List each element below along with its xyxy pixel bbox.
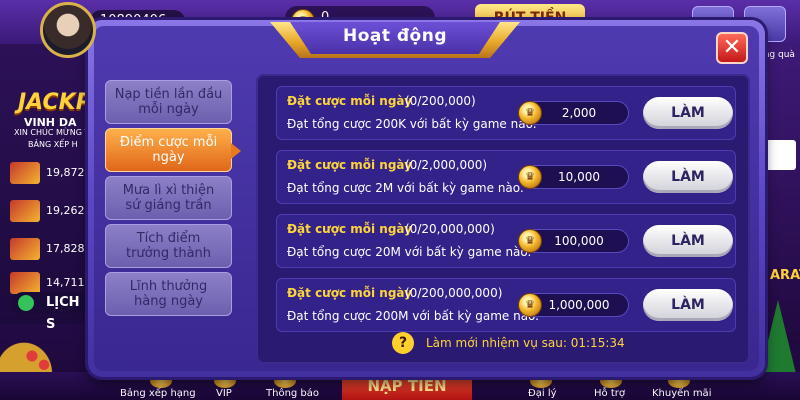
tab-lucky-money-rain[interactable]: Mưa lì xì thiện sứ giáng trần xyxy=(105,176,232,220)
jackpot-row[interactable]: 17,828,2 xyxy=(10,238,95,260)
do-task-button[interactable]: LÀM xyxy=(643,97,733,129)
do-task-button[interactable]: LÀM xyxy=(643,225,733,257)
do-task-button[interactable]: LÀM xyxy=(643,161,733,193)
task-description: Đạt tổng cược 200M với bất kỳ game nào. xyxy=(287,309,539,323)
tab-daily-bet-points[interactable]: Điểm cược mỗi ngày xyxy=(105,128,241,172)
jackpot-row[interactable]: 14,711,7 xyxy=(10,272,95,294)
task-list[interactable]: Đặt cược mỗi ngày (0/200,000) Đạt tổng c… xyxy=(256,74,750,364)
task-progress: (0/200,000) xyxy=(405,94,476,108)
task-name: Đặt cược mỗi ngày xyxy=(287,158,412,172)
tab-first-deposit[interactable]: Nạp tiền lần đầu mỗi ngày xyxy=(105,80,232,124)
task-reward: ♛ 100,000 xyxy=(518,229,629,253)
task-row: Đặt cược mỗi ngày (0/200,000,000) Đạt tổ… xyxy=(276,278,736,332)
task-progress: (0/20,000,000) xyxy=(405,222,495,236)
jackpot-greeting: XIN CHÚC MỪNG T xyxy=(14,128,90,137)
close-icon[interactable]: ✕ xyxy=(716,32,748,64)
modal-title: Hoạt động xyxy=(342,26,448,46)
task-description: Đạt tổng cược 20M với bất kỳ game nào. xyxy=(287,245,532,259)
nav-agent[interactable]: Đại lý xyxy=(528,388,557,399)
task-progress: (0/2,000,000) xyxy=(405,158,488,172)
task-reward: ♛ 1,000,000 xyxy=(518,293,629,317)
coin-icon: ♛ xyxy=(518,229,542,253)
task-row: Đặt cược mỗi ngày (0/20,000,000) Đạt tổn… xyxy=(276,214,736,268)
coin-icon: ♛ xyxy=(518,165,542,189)
reward-value: 10,000 xyxy=(558,170,600,184)
cards-icon[interactable] xyxy=(762,140,796,170)
task-description: Đạt tổng cược 200K với bất kỳ game nào. xyxy=(287,117,537,131)
nav-promotions[interactable]: Khuyến mãi xyxy=(652,388,711,399)
history-icon xyxy=(18,295,34,311)
reward-value: 2,000 xyxy=(561,106,597,120)
game-thumbnail xyxy=(10,200,40,222)
reward-value: 100,000 xyxy=(554,234,604,248)
jackpot-row[interactable]: 19,872,8 xyxy=(10,162,95,184)
jackpot-title: JACKP xyxy=(18,90,92,115)
game-thumbnail xyxy=(10,238,40,260)
baccarat-label: ARAT xyxy=(770,268,800,283)
task-row: Đặt cược mỗi ngày (0/200,000) Đạt tổng c… xyxy=(276,86,736,140)
jackpot-row[interactable]: 19,262,5 xyxy=(10,200,95,222)
avatar[interactable] xyxy=(40,2,96,58)
task-progress: (0/200,000,000) xyxy=(405,286,503,300)
tab-growth-points[interactable]: Tích điểm trưởng thành xyxy=(105,224,232,268)
game-thumbnail xyxy=(10,162,40,184)
nav-leaderboard[interactable]: Bảng xếp hạng xyxy=(120,388,196,399)
task-description: Đạt tổng cược 2M với bất kỳ game nào. xyxy=(287,181,524,195)
task-name: Đặt cược mỗi ngày xyxy=(287,222,412,236)
game-thumbnail xyxy=(10,272,40,294)
question-icon: ? xyxy=(392,332,414,354)
nav-support[interactable]: Hỗ trợ xyxy=(594,388,625,399)
coin-icon: ♛ xyxy=(518,101,542,125)
do-task-button[interactable]: LÀM xyxy=(643,289,733,321)
coin-icon: ♛ xyxy=(518,293,542,317)
nav-vip[interactable]: VIP xyxy=(216,388,232,399)
refresh-timer: Làm mới nhiệm vụ sau: 01:15:34 xyxy=(426,336,625,350)
history-button[interactable]: LỊCH S xyxy=(12,292,92,332)
reward-value: 1,000,000 xyxy=(548,298,610,312)
jackpot-ranking: BẢNG XẾP H xyxy=(28,140,78,149)
task-row: Đặt cược mỗi ngày (0/2,000,000) Đạt tổng… xyxy=(276,150,736,204)
task-name: Đặt cược mỗi ngày xyxy=(287,286,412,300)
tab-daily-rewards[interactable]: Lĩnh thưởng hàng ngày xyxy=(105,272,232,316)
task-reward: ♛ 2,000 xyxy=(518,101,629,125)
task-reward: ♛ 10,000 xyxy=(518,165,629,189)
nav-notifications[interactable]: Thông báo xyxy=(266,388,319,399)
task-name: Đặt cược mỗi ngày xyxy=(287,94,412,108)
